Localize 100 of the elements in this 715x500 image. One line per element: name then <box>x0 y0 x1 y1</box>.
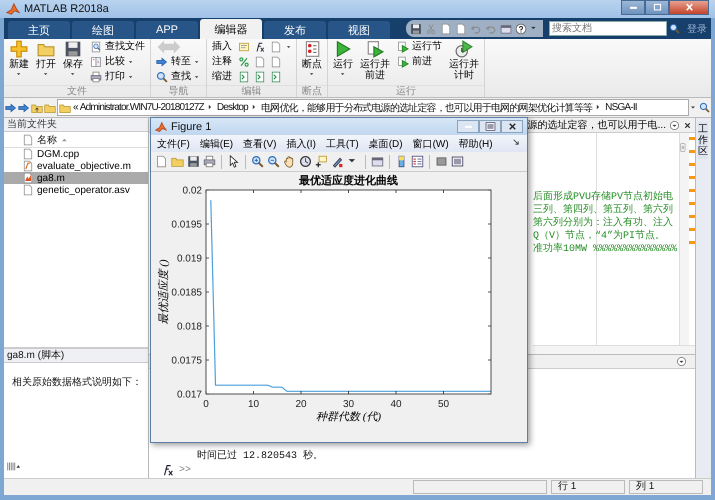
file-item[interactable]: ga8.m <box>4 172 148 184</box>
document-icon[interactable] <box>270 56 282 68</box>
ribbon-button[interactable]: 断点 <box>300 40 324 85</box>
ribbon-button[interactable]: 转至 <box>154 55 203 69</box>
zoom-in-icon[interactable] <box>251 155 264 168</box>
caret-icon <box>16 71 22 78</box>
printer-icon[interactable] <box>203 155 216 168</box>
save-icon[interactable] <box>410 22 422 34</box>
menu-item[interactable]: 插入(I) <box>286 136 316 150</box>
caret-icon <box>308 71 316 78</box>
document-icon[interactable] <box>270 41 282 53</box>
indent-icon[interactable] <box>238 71 250 83</box>
menu-item[interactable]: 工具(T) <box>326 136 359 150</box>
file-item[interactable]: DGM.cpp <box>4 148 148 160</box>
save-icon[interactable] <box>187 155 200 168</box>
ribbon-tab[interactable]: 绘图 <box>72 21 134 39</box>
ribbon-button[interactable]: 缩进 <box>210 70 234 84</box>
search-icon[interactable] <box>699 102 710 113</box>
hand-icon[interactable] <box>283 155 296 168</box>
up-folder-icon[interactable] <box>31 102 43 114</box>
indent-icon[interactable] <box>254 71 266 83</box>
percent-icon[interactable] <box>238 56 250 68</box>
ribbon-tab[interactable]: 视图 <box>328 21 390 39</box>
window-title: MATLAB R2018a <box>24 3 110 15</box>
ribbon-tab[interactable]: 主页 <box>8 21 70 39</box>
maximize-button[interactable] <box>645 0 669 15</box>
data-cursor-icon[interactable] <box>315 155 328 168</box>
menu-item[interactable]: 查看(V) <box>243 136 276 150</box>
ribbon-tab[interactable]: 发布 <box>264 21 326 39</box>
ribbon-button[interactable]: 查找 <box>154 70 203 84</box>
ribbon-button[interactable]: 比较 <box>88 55 147 69</box>
forward-arrow-icon[interactable] <box>18 102 30 114</box>
menu-item[interactable]: 帮助(H) <box>458 136 493 150</box>
maximize-button[interactable] <box>479 120 501 133</box>
function-icon[interactable] <box>254 41 266 53</box>
copy-icon[interactable] <box>440 22 452 34</box>
ribbon-button[interactable]: 运行并 计时 <box>447 40 481 85</box>
caret-icon <box>42 71 50 78</box>
ribbon-button[interactable]: 注释 <box>210 55 234 69</box>
horizontal-scrollbar[interactable] <box>533 345 695 354</box>
legend-icon[interactable] <box>411 155 424 168</box>
ribbon-button[interactable]: 打开 <box>34 40 58 85</box>
y-tick-label: 0.018 <box>176 322 202 332</box>
close-button[interactable] <box>669 0 709 15</box>
editor-tab[interactable]: 源的选址定容，也可以用于电... <box>528 118 666 132</box>
dropdown-icon[interactable] <box>676 356 687 367</box>
frame-icon[interactable] <box>451 155 464 168</box>
paste-icon[interactable] <box>455 22 467 34</box>
menu-item[interactable]: 桌面(D) <box>368 136 403 150</box>
note-icon[interactable] <box>238 41 250 53</box>
square-icon[interactable] <box>435 155 448 168</box>
compare-icon <box>90 56 102 68</box>
ribbon-button[interactable]: 保存 <box>61 40 85 85</box>
path-segment[interactable]: Administrator.WIN7U-20180127Z <box>80 102 204 113</box>
ribbon-tab[interactable]: APP <box>136 21 198 39</box>
zoom-out-icon[interactable] <box>267 155 280 168</box>
window-icon[interactable] <box>500 22 512 34</box>
dropdown-icon[interactable] <box>669 120 680 130</box>
search-icon[interactable] <box>669 23 680 34</box>
new-file-icon[interactable] <box>155 155 168 168</box>
minimize-button[interactable] <box>621 0 645 15</box>
back-arrow-icon[interactable] <box>5 102 17 114</box>
ribbon-button[interactable]: 打印 <box>88 70 147 84</box>
ribbon-tab[interactable]: 编辑器 <box>200 19 262 39</box>
ribbon-button[interactable]: 运行并 前进 <box>358 40 392 85</box>
dock-arrow-icon[interactable] <box>512 138 521 146</box>
code-line: 准功率10MW %%%%%%%%%%%%%% <box>533 243 678 256</box>
help-icon[interactable] <box>515 22 527 34</box>
workspace-tab[interactable]: 工作区 <box>698 122 708 159</box>
ribbon-button[interactable]: 运行节 <box>395 40 444 54</box>
indent-icon[interactable] <box>270 71 282 83</box>
menu-item[interactable]: 编辑(E) <box>200 136 234 150</box>
vertical-scrollbar[interactable] <box>679 133 689 345</box>
brush-icon[interactable] <box>331 155 344 168</box>
ribbon-button[interactable]: 查找文件 <box>88 40 147 54</box>
chart-title: 最优适应度进化曲线 <box>299 175 398 187</box>
ribbon-button[interactable]: 插入 <box>210 40 234 54</box>
column-header[interactable]: 名称 <box>37 132 57 146</box>
pointer-icon[interactable] <box>227 155 240 168</box>
ribbon-button[interactable]: 前进 <box>395 55 444 69</box>
y-tick-label: 0.017 <box>176 390 202 400</box>
close-icon[interactable] <box>683 120 692 130</box>
path-overflow[interactable]: « <box>73 102 78 113</box>
window-icon[interactable] <box>371 155 384 168</box>
dropdown-caret-icon[interactable] <box>690 104 698 112</box>
search-icon <box>156 71 168 83</box>
search-field[interactable]: 搜索文档 <box>549 21 667 36</box>
path-segment[interactable]: NSGA-II <box>605 102 637 113</box>
address-field[interactable]: « Administrator.WIN7U-20180127Z Desktop 电网优化，能够用于分布式电源的选址定容，也可以用于电网的网架优化计算等等 NSGA-II <box>57 99 689 116</box>
browse-folder-icon[interactable] <box>44 102 56 114</box>
file-item[interactable]: evaluate_objective.m <box>4 160 148 172</box>
ribbon-button[interactable]: 运行 <box>331 40 355 85</box>
menu-item[interactable]: 文件(F) <box>157 136 190 150</box>
path-segment[interactable]: Desktop <box>216 102 248 113</box>
path-segment[interactable]: 电网优化，能够用于分布式电源的选址定容，也可以用于电网的网架优化计算等等 <box>260 100 592 114</box>
sign-in-link[interactable]: 登录 <box>687 22 707 36</box>
menu-item[interactable]: 窗口(W) <box>412 136 449 150</box>
file-item[interactable]: genetic_operator.asv <box>4 184 148 196</box>
close-button[interactable] <box>501 120 523 133</box>
ribbon-button[interactable]: 新建 <box>7 40 31 85</box>
